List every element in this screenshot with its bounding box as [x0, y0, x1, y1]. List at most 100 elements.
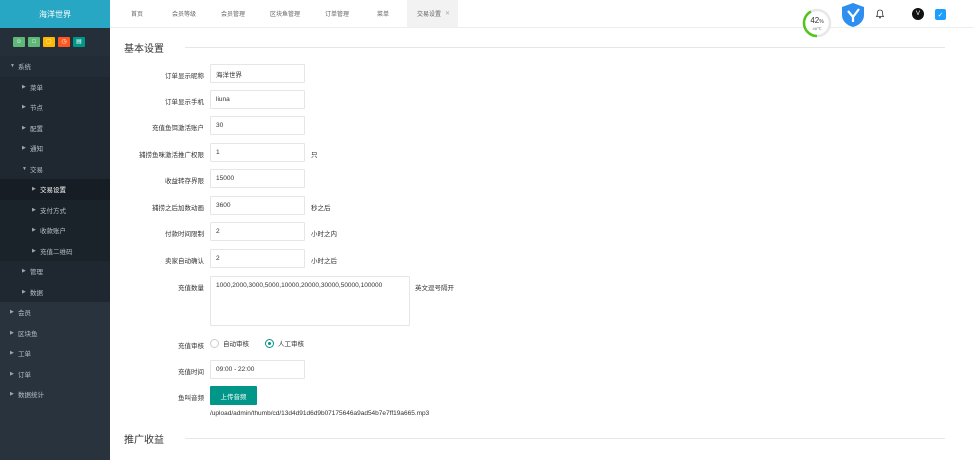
sidebar-item-order[interactable]: ▶ 订单	[0, 363, 110, 384]
sidebar-item-ticket[interactable]: ▶ 工单	[0, 343, 110, 364]
income-limit-field[interactable]: 15000	[210, 169, 305, 188]
caret-down-icon: ▼	[10, 63, 15, 70]
catch-limit-field[interactable]: 1	[210, 143, 305, 162]
app-logo[interactable]: 海洋世界	[0, 0, 110, 28]
sidebar-item-label: 系统	[18, 64, 31, 72]
sidebar-item-label: 会员	[18, 310, 31, 318]
caret-right-icon: ▶	[22, 124, 26, 131]
sidebar-item-statistics[interactable]: ▶ 数据统计	[0, 384, 110, 405]
catch-limit-unit: 只	[311, 152, 318, 159]
sidebar-item-menu[interactable]: ▶ 菜单	[0, 76, 110, 97]
recharge-amounts-textarea[interactable]: 1000,2000,3000,5000,10000,20000,30000,50…	[210, 276, 410, 326]
avatar[interactable]: V	[912, 8, 924, 20]
quick-actions: ☺ □ ▢ ◷ ▤	[0, 28, 110, 56]
radio-label: 自动审核	[223, 341, 249, 348]
caret-right-icon: ▶	[10, 350, 14, 357]
sidebar-item-label: 配置	[30, 125, 43, 133]
auto-confirm-field[interactable]: 2	[210, 249, 305, 268]
tab-label: 交易设置	[417, 12, 442, 18]
caret-right-icon: ▶	[22, 104, 26, 111]
sidebar-item-recharge-qrcode[interactable]: ▶ 充值二维码	[0, 240, 110, 261]
lock-icon[interactable]: □	[28, 37, 40, 47]
label-catch-delay: 捕捞之后加数动画	[152, 205, 204, 212]
sidebar-item-manage[interactable]: ▶ 管理	[0, 261, 110, 282]
audio-path: /upload/admin/thumb/cd/13d4d91d6d9b07175…	[210, 410, 430, 417]
divider	[185, 438, 945, 439]
catch-delay-field[interactable]: 3600	[210, 196, 305, 215]
label-recharge-audit: 充值审核	[178, 343, 204, 350]
radio-manual-audit[interactable]: 人工审核	[265, 338, 304, 348]
recharge-amounts-hint: 英文逗号隔开	[415, 285, 454, 292]
shop-name-field[interactable]: 海洋世界	[210, 64, 305, 83]
caret-right-icon: ▶	[32, 206, 36, 213]
sidebar-item-label: 充值二维码	[40, 248, 73, 256]
checkbox-icon[interactable]: ✓	[935, 9, 946, 20]
sidebar-item-label: 管理	[30, 269, 43, 277]
image-icon[interactable]: ▢	[43, 37, 55, 47]
sidebar-item-trade[interactable]: ▼ 交易	[0, 158, 110, 179]
tab-blockfish-manage[interactable]: 区块鱼管理	[270, 0, 300, 27]
pay-limit-field[interactable]: 2	[210, 222, 305, 241]
sidebar-item-trade-settings[interactable]: ▶ 交易设置	[0, 179, 110, 200]
sidebar-item-label: 数据	[30, 289, 43, 297]
recharge-time-field[interactable]: 09:00 - 22:00	[210, 360, 305, 379]
label-auto-confirm: 卖家自动确认	[165, 258, 204, 265]
pay-limit-unit: 小时之内	[311, 231, 337, 238]
sidebar-item-notice[interactable]: ▶ 通知	[0, 138, 110, 159]
section-title-promo: 推广收益	[124, 435, 164, 446]
upload-audio-button[interactable]: 上传音频	[210, 386, 257, 405]
tab-home[interactable]: 首页	[131, 0, 143, 27]
caret-right-icon: ▶	[22, 288, 26, 295]
sidebar-item-blockfish[interactable]: ▶ 区块鱼	[0, 322, 110, 343]
sidebar-item-system[interactable]: ▼ 系统	[0, 56, 110, 77]
bell-icon[interactable]	[875, 9, 885, 19]
divider	[185, 47, 945, 48]
top-tab-bar: 首页 会员等级 会员管理 区块鱼管理 订单管理 菜单 交易设置 ✕ 42% 48…	[110, 0, 974, 38]
sidebar-item-label: 菜单	[30, 84, 43, 92]
tab-member-level[interactable]: 会员等级	[172, 0, 196, 27]
radio-circle	[210, 338, 219, 348]
sidebar-item-payment-method[interactable]: ▶ 支付方式	[0, 199, 110, 220]
tab-member-manage[interactable]: 会员管理	[221, 0, 245, 27]
sidebar-item-label: 交易设置	[40, 187, 66, 195]
sidebar-item-node[interactable]: ▶ 节点	[0, 97, 110, 118]
caret-down-icon: ▼	[22, 165, 27, 172]
sidebar-item-label: 支付方式	[40, 207, 66, 215]
caret-right-icon: ▶	[22, 145, 26, 152]
label-income-limit: 收益转存界限	[165, 178, 204, 185]
sidebar-item-label: 数据统计	[18, 392, 44, 400]
label-catch-limit: 捕捞鱼咪激活推广权限	[139, 152, 204, 159]
sidebar-item-label: 收款账户	[40, 228, 66, 236]
sidebar-item-data[interactable]: ▶ 数据	[0, 281, 110, 302]
close-icon[interactable]: ✕	[445, 10, 450, 17]
tab-order-manage[interactable]: 订单管理	[325, 0, 349, 27]
shop-phone-field[interactable]: liuna	[210, 90, 305, 109]
label-shop-phone: 订单显示手机	[165, 99, 204, 106]
main-content: 基本设置 订单显示昵称 海洋世界 订单显示手机 liuna 充值鱼饵激活账户 3…	[110, 28, 974, 460]
caret-right-icon: ▶	[32, 186, 36, 193]
sidebar-item-config[interactable]: ▶ 配置	[0, 117, 110, 138]
trash-icon[interactable]: ▤	[73, 37, 85, 47]
caret-right-icon: ▶	[32, 247, 36, 254]
sidebar-item-label: 通知	[30, 146, 43, 154]
app-root: 海洋世界 ☺ □ ▢ ◷ ▤ ▼ 系统 ▶ 菜单 ▶ 节点 ▶ 配置 ▶ 通知	[0, 0, 974, 460]
tab-menu[interactable]: 菜单	[377, 0, 389, 27]
activate-limit-field[interactable]: 30	[210, 116, 305, 135]
section-title-basic: 基本设置	[124, 44, 164, 55]
sidebar-item-label: 订单	[18, 371, 31, 379]
sidebar-item-label: 工单	[18, 351, 31, 359]
tab-trade-settings[interactable]: 交易设置 ✕	[407, 0, 459, 27]
sidebar-item-receive-account[interactable]: ▶ 收款账户	[0, 220, 110, 241]
sidebar-item-member[interactable]: ▶ 会员	[0, 302, 110, 323]
caret-right-icon: ▶	[22, 268, 26, 275]
sidebar-item-label: 交易	[30, 166, 43, 174]
shield-icon[interactable]	[840, 2, 866, 28]
sidebar-item-label: 区块鱼	[18, 330, 38, 338]
label-pay-limit: 付款时间限制	[165, 231, 204, 238]
label-fish-audio: 鱼叫音频	[178, 395, 204, 402]
radio-label: 人工审核	[278, 341, 304, 348]
label-recharge-amounts: 充值数量	[178, 285, 204, 292]
radio-auto-audit[interactable]: 自动审核	[210, 338, 249, 348]
user-icon[interactable]: ☺	[13, 37, 25, 47]
clock-icon[interactable]: ◷	[58, 37, 70, 47]
